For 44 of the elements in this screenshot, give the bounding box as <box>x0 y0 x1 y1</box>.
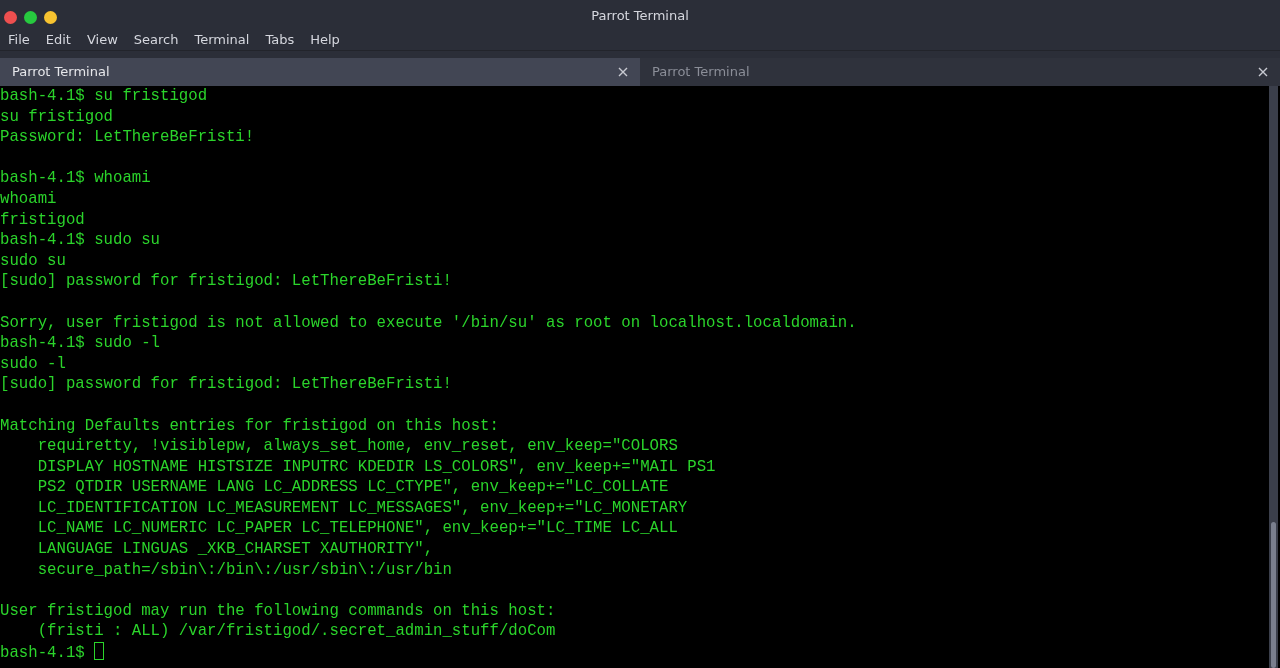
terminal-line: sudo su <box>0 250 66 272</box>
tab-label: Parrot Terminal <box>652 63 750 82</box>
close-button[interactable] <box>4 11 17 24</box>
scrollbar-thumb[interactable] <box>1271 522 1276 668</box>
menu-item[interactable]: Search <box>133 29 195 50</box>
terminal-line: [sudo] password for fristigod: LetThereBeFristi! <box>0 271 452 292</box>
terminal-line: bash-4.1$ su fristigod <box>0 86 208 107</box>
terminal-line: LANGUAGE LINGUAS _XKB_CHARSET XAUTHORITY", <box>36 539 434 560</box>
menu-item[interactable]: Edit <box>45 29 87 50</box>
terminal-line: Matching Defaults entries for fristigod on this host: <box>0 415 499 437</box>
menu-item[interactable]: View <box>86 29 134 50</box>
terminal-line: PS2 QTDIR USERNAME LANG LC_ADDRESS LC_CTYPE", env_keep+="LC_COLLATE <box>36 477 669 498</box>
tab[interactable]: Parrot Terminal <box>640 58 1280 86</box>
terminal-line: (fristi : ALL) /var/fristigod/.secret_admin_stuff/doCom <box>36 621 556 643</box>
minimize-button[interactable] <box>44 11 57 24</box>
terminal-line: su fristigod <box>0 106 113 128</box>
terminal-line: DISPLAY HOSTNAME HISTSIZE INPUTRC KDEDIR LS_COLORS", env_keep+="MAIL PS1 <box>36 456 716 478</box>
terminal-line: bash-4.1$ whoami <box>0 168 151 189</box>
close-icon[interactable] <box>618 67 628 77</box>
window-title: Parrot Terminal <box>591 7 689 25</box>
terminal-line: sudo -l <box>0 353 66 375</box>
terminal-line: LC_IDENTIFICATION LC_MEASUREMENT LC_MESSAGES", env_keep+="LC_MONETARY <box>36 497 688 519</box>
terminal-line: LC_NAME LC_NUMERIC LC_PAPER LC_TELEPHONE", env_keep+="LC_TIME LC_ALL <box>36 518 678 540</box>
terminal-line: requiretty, !visiblepw, always_set_home, env_reset, env_keep="COLORS <box>36 436 678 457</box>
terminal-line: whoami <box>0 188 57 210</box>
prompt-text: bash-4.1$ <box>0 644 85 663</box>
menu-item[interactable]: Tabs <box>265 29 311 50</box>
maximize-button[interactable] <box>24 11 37 24</box>
scrollbar[interactable] <box>1269 86 1278 668</box>
terminal-line: Password: LetThereBeFristi! <box>0 127 255 148</box>
text-cursor <box>93 642 104 661</box>
close-icon[interactable] <box>1258 67 1268 77</box>
menu-item[interactable]: Terminal <box>194 29 266 50</box>
menu-item[interactable]: Help <box>310 29 356 50</box>
tab-label: Parrot Terminal <box>12 63 110 82</box>
terminal-line: secure_path=/sbin\:/bin\:/usr/sbin\:/usr/bin <box>36 559 452 581</box>
terminal-line: bash-4.1$ sudo su <box>0 230 161 251</box>
terminal-line: [sudo] password for fristigod: LetThereBeFristi! <box>0 374 452 395</box>
terminal-line: fristigod <box>0 209 85 231</box>
terminal-line: bash-4.1$ sudo -l <box>0 333 161 354</box>
terminal-line: Sorry, user fristigod is not allowed to execute '/bin/su' as root on localhost.localdomain. <box>0 312 857 334</box>
menu-item[interactable]: File <box>8 29 46 50</box>
tab[interactable]: Parrot Terminal <box>0 58 640 86</box>
terminal-line: User fristigod may run the following commands on this host: <box>0 600 556 622</box>
